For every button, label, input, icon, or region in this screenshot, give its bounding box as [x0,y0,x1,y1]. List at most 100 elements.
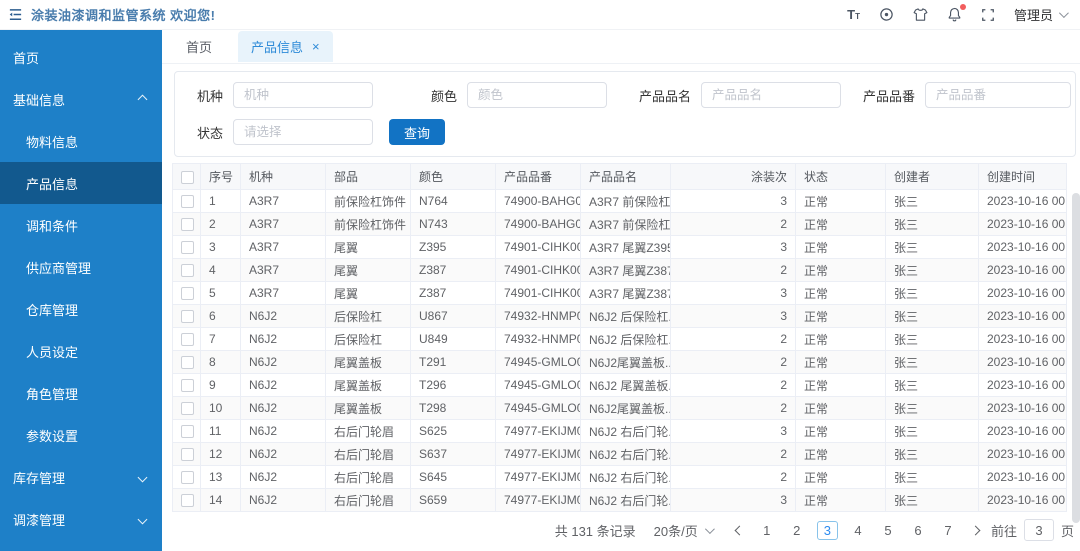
sidebar-item-4[interactable]: 调和条件 [0,204,162,246]
cell: 3 [670,189,796,213]
page-number-3[interactable]: 3 [816,520,838,540]
page-size-select[interactable]: 20条/页 [654,521,715,540]
table-row[interactable]: 7N6J2后保险杠U84974932-HNMP0...N6J2 后保险杠...2… [172,327,1067,351]
cell: 张三 [885,465,979,489]
main-content: 首页 产品信息 × 机种 颜色 产品品名 产品品番 [162,30,1080,551]
table-row[interactable]: 6N6J2后保险杠U86774932-HNMP0...N6J2 后保险杠...3… [172,304,1067,328]
goto-page-input[interactable] [1023,519,1054,541]
row-checkbox[interactable] [181,241,194,255]
table-row[interactable]: 2A3R7前保险杠饰件N74374900-BAHG00...A3R7 前保险杠.… [172,212,1067,236]
theme-shirt-icon[interactable] [913,7,928,22]
sidebar-item-2[interactable]: 物料信息 [0,120,162,162]
row-checkbox[interactable] [181,310,194,324]
user-menu[interactable]: 管理员 [1014,5,1069,24]
cell: A3R7 [240,281,326,305]
menu-fold-icon[interactable] [8,7,23,22]
tab-product-info[interactable]: 产品信息 × [238,31,333,62]
row-checkbox[interactable] [181,218,194,232]
sidebar-item-11[interactable]: 调漆管理 [0,498,162,540]
row-checkbox[interactable] [181,287,194,301]
sidebar-item-7[interactable]: 人员设定 [0,330,162,372]
select-all-checkbox[interactable] [181,170,194,184]
page-number-1[interactable]: 1 [757,521,777,540]
cell: S637 [410,442,496,466]
table-row[interactable]: 14N6J2右后门轮眉S65974977-EKIJM0...N6J2 右后门轮.… [172,488,1067,512]
column-header-3: 颜色 [410,163,496,190]
app-title: 涂装油漆调和监管系统 欢迎您! [31,8,216,23]
product-number-input[interactable] [925,82,1071,108]
cell: A3R7 [240,258,326,282]
cell: 张三 [885,327,979,351]
cell: Z387 [410,281,496,305]
cell: 74945-GMLO0... [495,373,581,397]
cell: 4 [200,258,241,282]
row-checkbox[interactable] [181,448,194,462]
cell: A3R7 前保险杠... [580,212,671,236]
row-checkbox-cell [172,235,201,259]
sidebar-item-label: 基础信息 [13,92,66,108]
row-checkbox[interactable] [181,195,194,209]
tab-home[interactable]: 首页 [186,37,212,56]
row-checkbox[interactable] [181,379,194,393]
status-select[interactable] [233,119,373,145]
row-checkbox[interactable] [181,494,194,508]
cell: 正常 [795,212,886,236]
color-input[interactable] [467,82,607,108]
product-name-input[interactable] [701,82,841,108]
page-number-4[interactable]: 4 [848,521,868,540]
page-number-7[interactable]: 7 [938,521,958,540]
cell: 3 [670,419,796,443]
total-records: 共 131 条记录 [554,523,636,539]
row-checkbox[interactable] [181,425,194,439]
table-row[interactable]: 3A3R7尾翼Z39574901-CIHK00...A3R7 尾翼Z395...… [172,235,1067,259]
sidebar-item-3[interactable]: 产品信息 [0,162,162,204]
sidebar-item-1[interactable]: 基础信息 [0,78,162,120]
search-panel: 机种 颜色 产品品名 产品品番 状态 查询 [174,71,1076,157]
row-checkbox[interactable] [181,356,194,370]
page-number-6[interactable]: 6 [908,521,928,540]
table-row[interactable]: 8N6J2尾翼盖板T29174945-GMLO0...N6J2尾翼盖板...2正… [172,350,1067,374]
fullscreen-icon[interactable] [981,8,995,22]
page-number-5[interactable]: 5 [878,521,898,540]
page-number-2[interactable]: 2 [787,521,807,540]
close-icon[interactable]: × [312,40,320,53]
row-checkbox[interactable] [181,264,194,278]
next-page-button[interactable] [968,525,983,535]
table-row[interactable]: 10N6J2尾翼盖板T29874945-GMLO0...N6J2尾翼盖板...2… [172,396,1067,420]
cell: 2 [670,465,796,489]
table-row[interactable]: 12N6J2右后门轮眉S63774977-EKIJM0...N6J2 右后门轮.… [172,442,1067,466]
goto-page: 前往 页 [991,519,1074,541]
cell: 正常 [795,488,886,512]
sidebar-item-10[interactable]: 库存管理 [0,456,162,498]
sidebar-item-5[interactable]: 供应商管理 [0,246,162,288]
table-row[interactable]: 9N6J2尾翼盖板T29674945-GMLO0...N6J2 尾翼盖板...2… [172,373,1067,397]
table-row[interactable]: 11N6J2右后门轮眉S62574977-EKIJM0...N6J2 右后门轮.… [172,419,1067,443]
sidebar-item-8[interactable]: 角色管理 [0,372,162,414]
font-size-icon[interactable]: TT [847,8,860,21]
table-row[interactable]: 5A3R7尾翼Z38774901-CIHK00...A3R7 尾翼Z387...… [172,281,1067,305]
dot-circle-icon[interactable] [879,7,894,22]
data-table: 序号 机种 部品 颜色 产品品番 产品品名 涂装次 状态 创建者 创建时间 1 A3R7 前保险杠饰件… [172,163,1067,512]
cell: 正常 [795,235,886,259]
cell: N6J2 [240,419,326,443]
query-button[interactable]: 查询 [389,119,446,145]
tab-bar: 首页 产品信息 × [162,30,1080,64]
sidebar-item-0[interactable]: 首页 [0,36,162,78]
table-row[interactable]: 13N6J2右后门轮眉S64574977-EKIJM0...N6J2 右后门轮.… [172,465,1067,489]
tab-label: 产品信息 [251,40,304,55]
prev-page-button[interactable] [732,525,747,535]
table-row[interactable]: 4A3R7尾翼Z38774901-CIHK00...A3R7 尾翼Z387...… [172,258,1067,282]
cell: 74977-EKIJM0... [495,442,581,466]
sidebar-item-6[interactable]: 仓库管理 [0,288,162,330]
row-checkbox-cell [172,396,201,420]
top-bar: 涂装油漆调和监管系统 欢迎您! TT 管理员 [0,0,1080,30]
machine-type-input[interactable] [233,82,373,108]
table-row[interactable]: 1A3R7前保险杠饰件N76474900-BAHG00...A3R7 前保险杠.… [172,189,1067,213]
row-checkbox[interactable] [181,471,194,485]
row-checkbox[interactable] [181,402,194,416]
cell: 正常 [795,258,886,282]
sidebar-item-9[interactable]: 参数设置 [0,414,162,456]
row-checkbox[interactable] [181,333,194,347]
bell-icon[interactable] [947,4,966,22]
vertical-scrollbar[interactable] [1072,193,1080,523]
